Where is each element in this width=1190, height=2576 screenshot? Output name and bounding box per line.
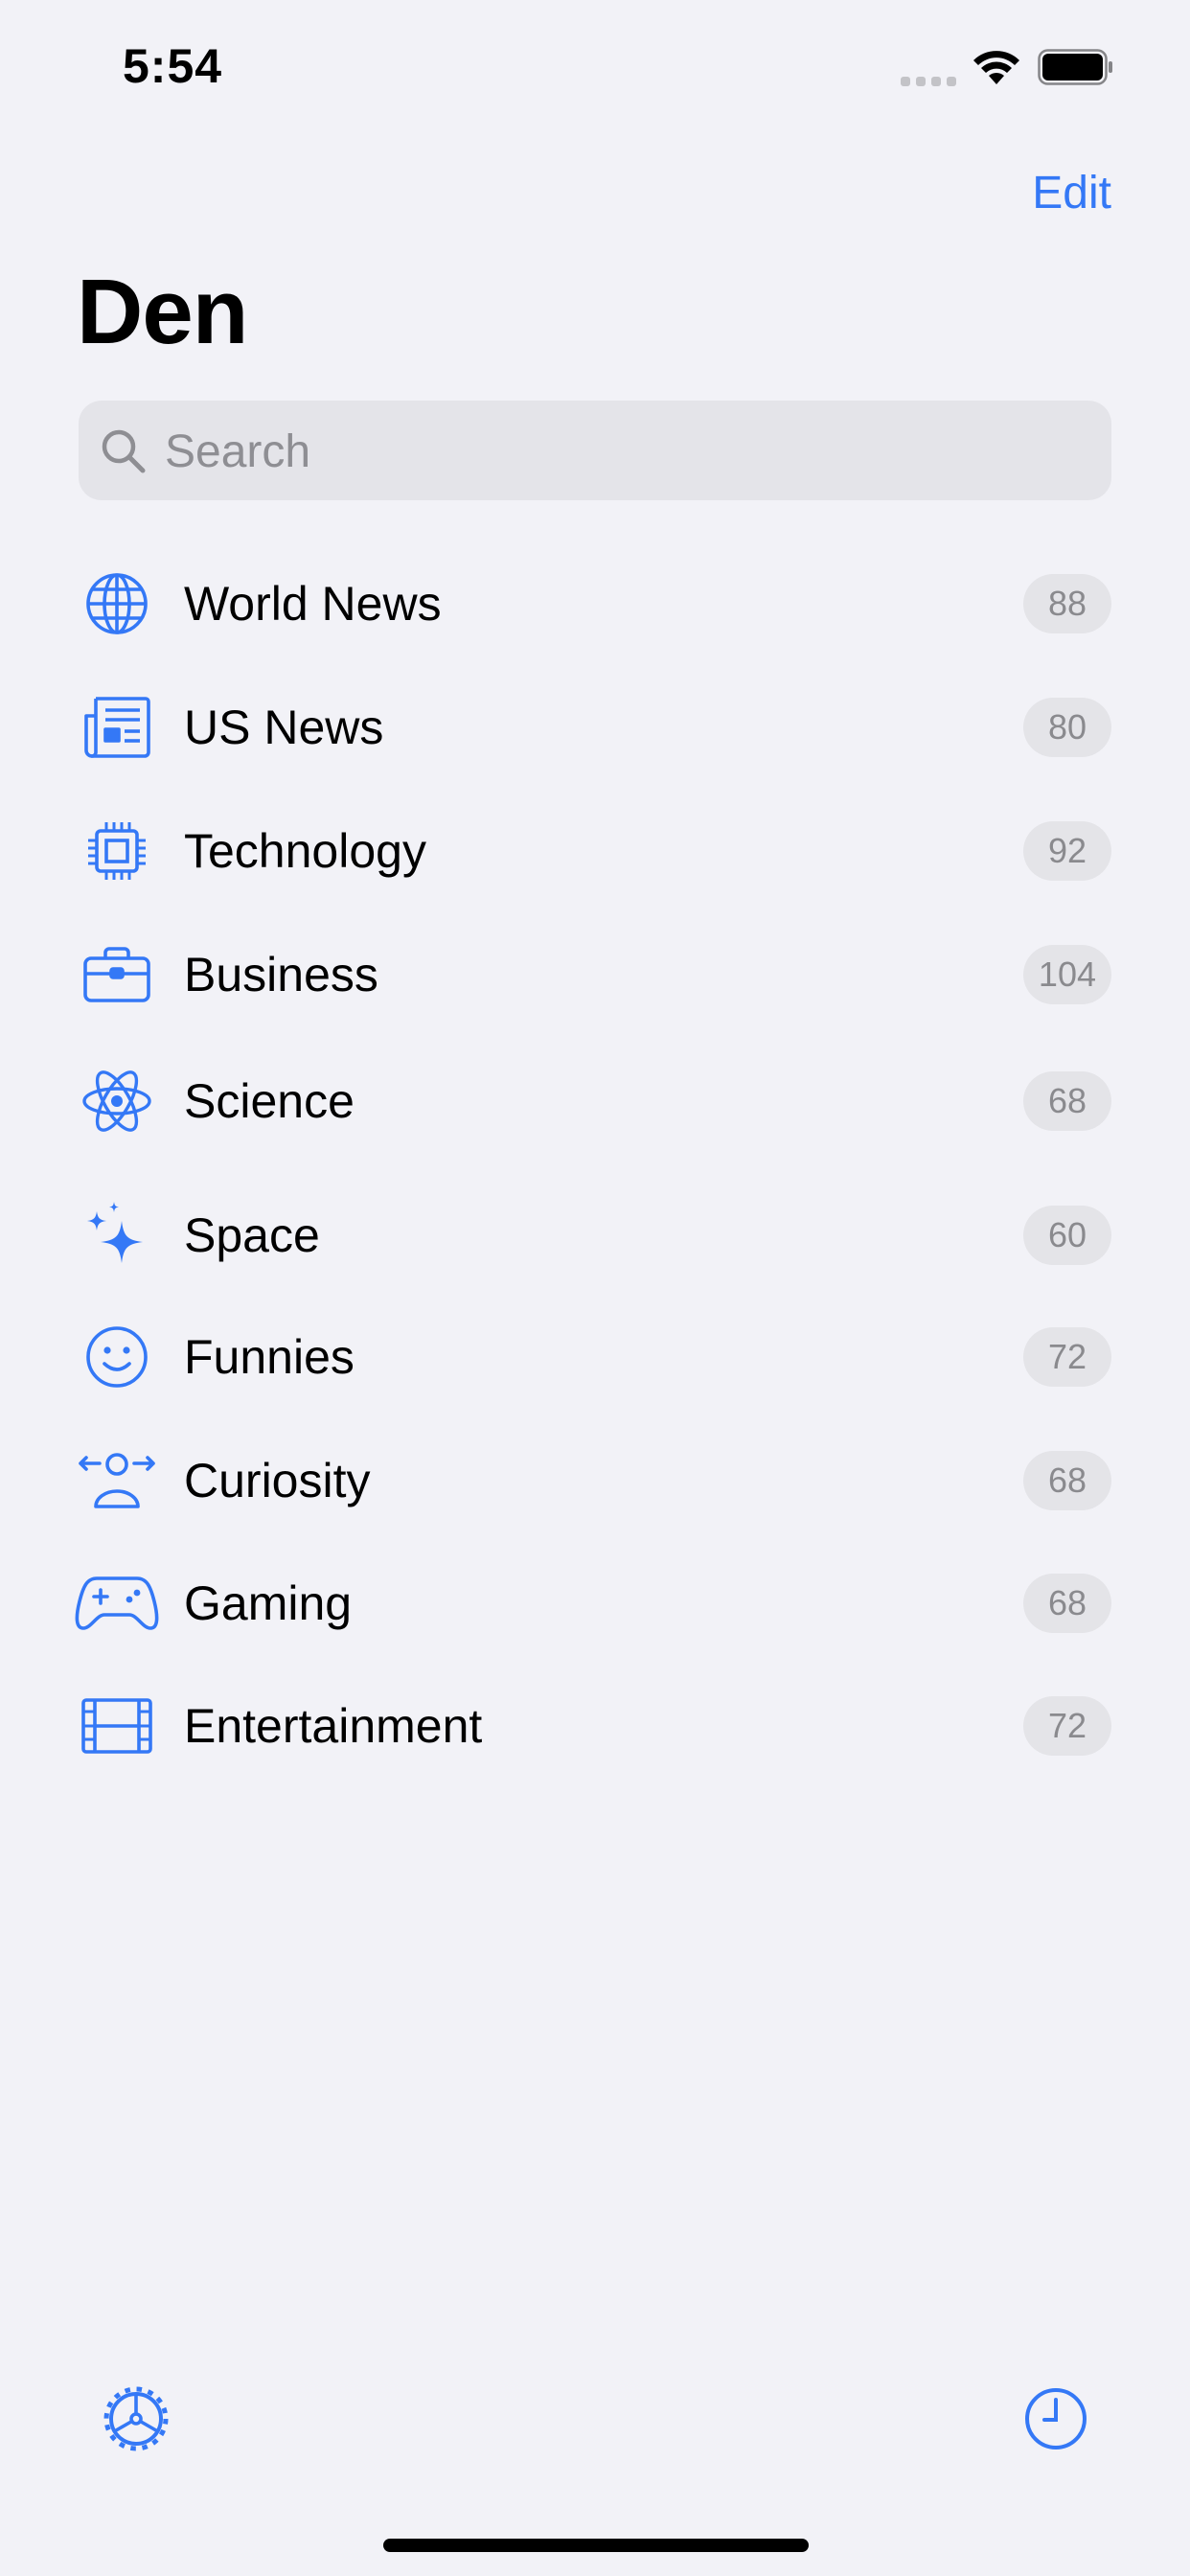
count-badge: 68: [1023, 1071, 1111, 1131]
gamecontroller-icon: [71, 1568, 163, 1639]
list-item-label: Entertainment: [184, 1699, 483, 1753]
page-title: Den: [77, 261, 248, 363]
list-item-science[interactable]: Science 68: [0, 1048, 1190, 1154]
list-item-label: Gaming: [184, 1576, 353, 1630]
count-badge: 92: [1023, 821, 1111, 881]
list-item-label: US News: [184, 701, 384, 754]
list-item-label: Curiosity: [184, 1454, 371, 1507]
edit-button[interactable]: Edit: [1032, 167, 1111, 219]
list-item-entertainment[interactable]: Entertainment 72: [0, 1673, 1190, 1779]
status-bar: 5:54: [0, 0, 1190, 134]
list-item-label: Technology: [184, 824, 426, 878]
film-icon: [71, 1690, 163, 1761]
count-badge: 68: [1023, 1451, 1111, 1510]
list-item-world-news[interactable]: World News 88: [0, 551, 1190, 656]
list-item-label: Space: [184, 1208, 320, 1262]
search-bar[interactable]: [79, 401, 1111, 502]
list-item-funnies[interactable]: Funnies 72: [0, 1304, 1190, 1410]
count-badge: 88: [1023, 574, 1111, 633]
count-badge: 72: [1023, 1327, 1111, 1387]
battery-icon: [1038, 49, 1112, 85]
list-item-us-news[interactable]: US News 80: [0, 675, 1190, 780]
settings-button[interactable]: [102, 2384, 171, 2453]
cpu-icon: [71, 816, 163, 886]
wifi-icon: [973, 51, 1019, 84]
list-item-business[interactable]: Business 104: [0, 922, 1190, 1027]
globe-icon: [71, 568, 163, 639]
list-item-label: World News: [184, 577, 442, 631]
list-item-gaming[interactable]: Gaming 68: [0, 1551, 1190, 1656]
list-item-technology[interactable]: Technology 92: [0, 798, 1190, 904]
atom-icon: [71, 1066, 163, 1137]
count-badge: 80: [1023, 698, 1111, 757]
home-indicator: [383, 2539, 809, 2552]
gear-icon: [103, 2386, 169, 2451]
sparkles-icon: [71, 1200, 163, 1271]
briefcase-icon: [71, 939, 163, 1010]
history-button[interactable]: [1023, 2386, 1088, 2451]
count-badge: 60: [1023, 1206, 1111, 1265]
list-item-label: Business: [184, 948, 378, 1001]
status-time: 5:54: [123, 39, 223, 93]
search-input[interactable]: [163, 401, 1087, 502]
clock-icon: [1025, 2388, 1087, 2450]
list-item-label: Funnies: [184, 1330, 355, 1384]
search-icon: [102, 429, 146, 473]
list-item-curiosity[interactable]: Curiosity 68: [0, 1428, 1190, 1533]
count-badge: 68: [1023, 1574, 1111, 1633]
list-item-label: Science: [184, 1074, 355, 1128]
newspaper-icon: [71, 692, 163, 763]
count-badge: 72: [1023, 1696, 1111, 1756]
list-item-space[interactable]: Space 60: [0, 1183, 1190, 1288]
count-badge: 104: [1022, 945, 1111, 1004]
cellular-signal-icon: [901, 77, 956, 86]
smiley-icon: [71, 1322, 163, 1392]
person-arrows-icon: [71, 1445, 163, 1516]
